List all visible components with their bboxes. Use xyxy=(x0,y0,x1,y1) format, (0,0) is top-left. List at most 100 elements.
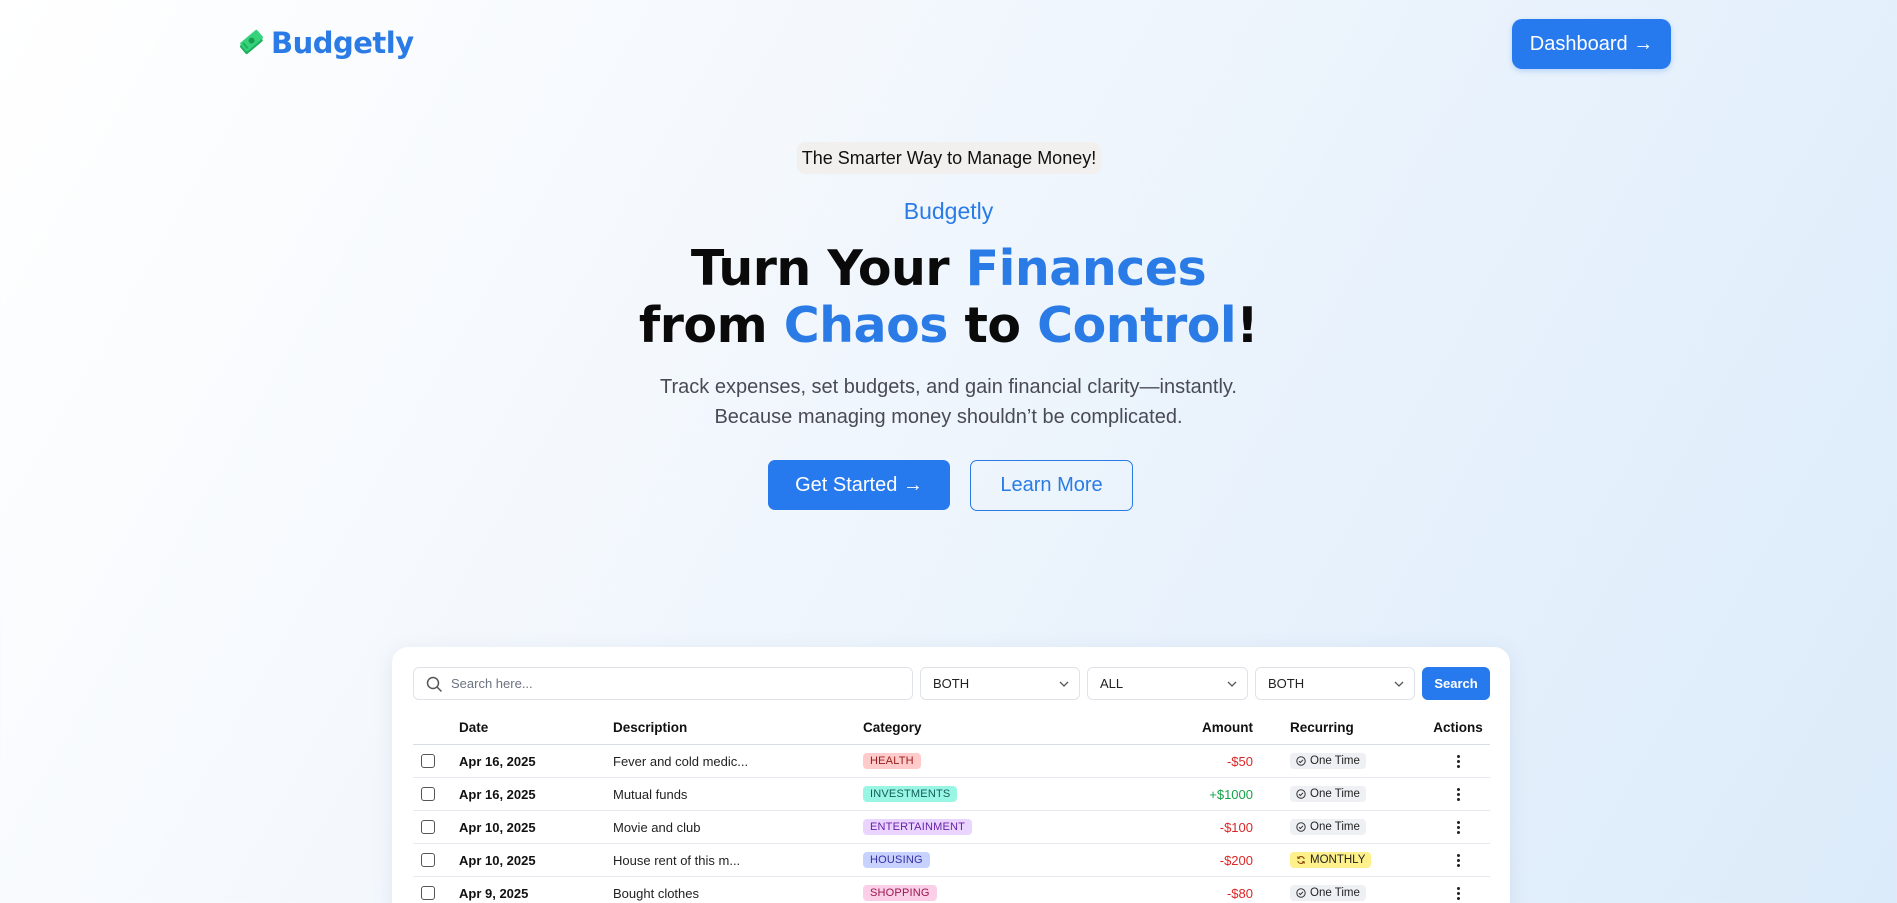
top-nav: Budgetly Dashboard → xyxy=(0,0,1897,90)
recurring-badge: One Time xyxy=(1290,786,1366,802)
get-started-button[interactable]: Get Started → xyxy=(768,460,950,510)
search-field[interactable] xyxy=(413,667,913,700)
row-amount: -$200 xyxy=(1219,852,1253,868)
row-recurring: MONTHLY xyxy=(1290,844,1372,876)
row-actions[interactable] xyxy=(1413,811,1503,843)
row-description: Mutual funds xyxy=(613,786,688,802)
check-circle-icon xyxy=(1296,822,1306,832)
row-recurring: One Time xyxy=(1290,778,1366,810)
more-vertical-icon[interactable] xyxy=(1453,885,1464,902)
header-actions: Actions xyxy=(1433,720,1483,735)
type-select[interactable]: BOTH xyxy=(920,667,1080,700)
check-circle-icon xyxy=(1296,789,1306,799)
subtext-line-2: Because managing money shouldn’t be comp… xyxy=(714,406,1183,428)
row-amount: -$50 xyxy=(1226,753,1253,769)
hero-headline: Turn Your Finances from Chaos to Control… xyxy=(0,240,1897,354)
row-checkbox[interactable] xyxy=(421,745,437,777)
row-category: ENTERTAINMENT xyxy=(863,811,973,843)
chevron-down-icon xyxy=(1059,681,1069,687)
recurring-select[interactable]: BOTH xyxy=(1255,667,1415,700)
hero-brand: Budgetly xyxy=(903,198,994,224)
more-vertical-icon[interactable] xyxy=(1453,819,1464,836)
row-recurring: One Time xyxy=(1290,811,1366,843)
recurring-label: One Time xyxy=(1310,755,1360,767)
table-row[interactable]: Apr 10, 2025 House rent of this m... HOU… xyxy=(413,844,1490,877)
recurring-select-value: BOTH xyxy=(1268,676,1305,691)
row-category: INVESTMENTS xyxy=(863,778,958,810)
recurring-badge: One Time xyxy=(1290,885,1366,901)
transactions-table: Date Description Category Amount Recurri… xyxy=(413,711,1490,903)
header-date[interactable]: Date xyxy=(459,711,488,744)
headline-line-2: from Chaos to Control! xyxy=(638,297,1259,354)
header-amount[interactable]: Amount xyxy=(1013,711,1253,744)
recurring-badge: One Time xyxy=(1290,819,1366,835)
category-badge: HOUSING xyxy=(863,852,930,868)
category-badge: INVESTMENTS xyxy=(863,786,958,802)
logo-text: Budgetly xyxy=(271,26,414,60)
table-row[interactable]: Apr 9, 2025 Bought clothes SHOPPING -$80… xyxy=(413,877,1490,903)
row-category: HOUSING xyxy=(863,844,930,876)
check-circle-icon xyxy=(1296,888,1306,898)
transactions-card: BOTH ALL BOTH Search Date Description Ca… xyxy=(392,647,1510,903)
headline-line-1: Turn Your Finances xyxy=(690,240,1207,297)
row-checkbox[interactable] xyxy=(421,778,437,810)
refresh-icon xyxy=(1297,856,1305,864)
table-header: Date Description Category Amount Recurri… xyxy=(413,711,1490,745)
row-category: HEALTH xyxy=(863,745,921,777)
recurring-label: One Time xyxy=(1310,788,1360,800)
row-date: Apr 9, 2025 xyxy=(459,885,529,901)
subtext-line-1: Track expenses, set budgets, and gain fi… xyxy=(660,376,1237,398)
category-badge: ENTERTAINMENT xyxy=(863,819,973,835)
header-recurring[interactable]: Recurring xyxy=(1290,711,1354,744)
more-vertical-icon[interactable] xyxy=(1453,786,1464,803)
header-category[interactable]: Category xyxy=(863,711,922,744)
money-icon xyxy=(239,29,263,55)
recurring-badge: One Time xyxy=(1290,753,1366,769)
category-select-value: ALL xyxy=(1100,676,1124,691)
row-description: Fever and cold medic... xyxy=(613,753,749,769)
row-amount: +$1000 xyxy=(1209,786,1253,802)
row-amount: -$100 xyxy=(1219,819,1253,835)
table-row[interactable]: Apr 16, 2025 Mutual funds INVESTMENTS +$… xyxy=(413,778,1490,811)
row-description: Movie and club xyxy=(613,819,701,835)
row-checkbox[interactable] xyxy=(421,877,437,903)
row-description: Bought clothes xyxy=(613,885,700,901)
recurring-label: One Time xyxy=(1310,887,1360,899)
table-row[interactable]: Apr 16, 2025 Fever and cold medic... HEA… xyxy=(413,745,1490,778)
row-actions[interactable] xyxy=(1413,745,1503,777)
row-date: Apr 16, 2025 xyxy=(459,753,536,769)
recurring-badge: MONTHLY xyxy=(1290,852,1372,868)
row-amount: -$80 xyxy=(1226,885,1253,901)
tagline-pill: The Smarter Way to Manage Money! xyxy=(797,142,1101,174)
chevron-down-icon xyxy=(1227,681,1237,687)
type-select-value: BOTH xyxy=(933,676,970,691)
hero-subtext: Track expenses, set budgets, and gain fi… xyxy=(0,372,1897,432)
row-recurring: One Time xyxy=(1290,877,1366,903)
more-vertical-icon[interactable] xyxy=(1453,753,1464,770)
search-button[interactable]: Search xyxy=(1422,667,1490,700)
logo[interactable]: Budgetly xyxy=(237,26,414,60)
row-date: Apr 10, 2025 xyxy=(459,819,536,835)
chevron-down-icon xyxy=(1394,681,1404,687)
learn-more-button[interactable]: Learn More xyxy=(970,460,1133,511)
category-badge: SHOPPING xyxy=(863,885,937,901)
search-icon xyxy=(426,676,442,692)
recurring-label: One Time xyxy=(1310,821,1360,833)
recurring-label: MONTHLY xyxy=(1310,854,1366,866)
search-input[interactable] xyxy=(451,676,912,691)
row-date: Apr 16, 2025 xyxy=(459,786,536,802)
row-actions[interactable] xyxy=(1413,778,1503,810)
header-description[interactable]: Description xyxy=(613,711,687,744)
category-select[interactable]: ALL xyxy=(1087,667,1248,700)
row-category: SHOPPING xyxy=(863,877,937,903)
row-checkbox[interactable] xyxy=(421,844,437,876)
dashboard-button[interactable]: Dashboard → xyxy=(1512,19,1671,69)
row-description: House rent of this m... xyxy=(613,852,741,868)
row-actions[interactable] xyxy=(1413,877,1503,903)
table-row[interactable]: Apr 10, 2025 Movie and club ENTERTAINMEN… xyxy=(413,811,1490,844)
row-checkbox[interactable] xyxy=(421,811,437,843)
row-date: Apr 10, 2025 xyxy=(459,852,536,868)
row-actions[interactable] xyxy=(1413,844,1503,876)
more-vertical-icon[interactable] xyxy=(1453,852,1464,869)
row-recurring: One Time xyxy=(1290,745,1366,777)
